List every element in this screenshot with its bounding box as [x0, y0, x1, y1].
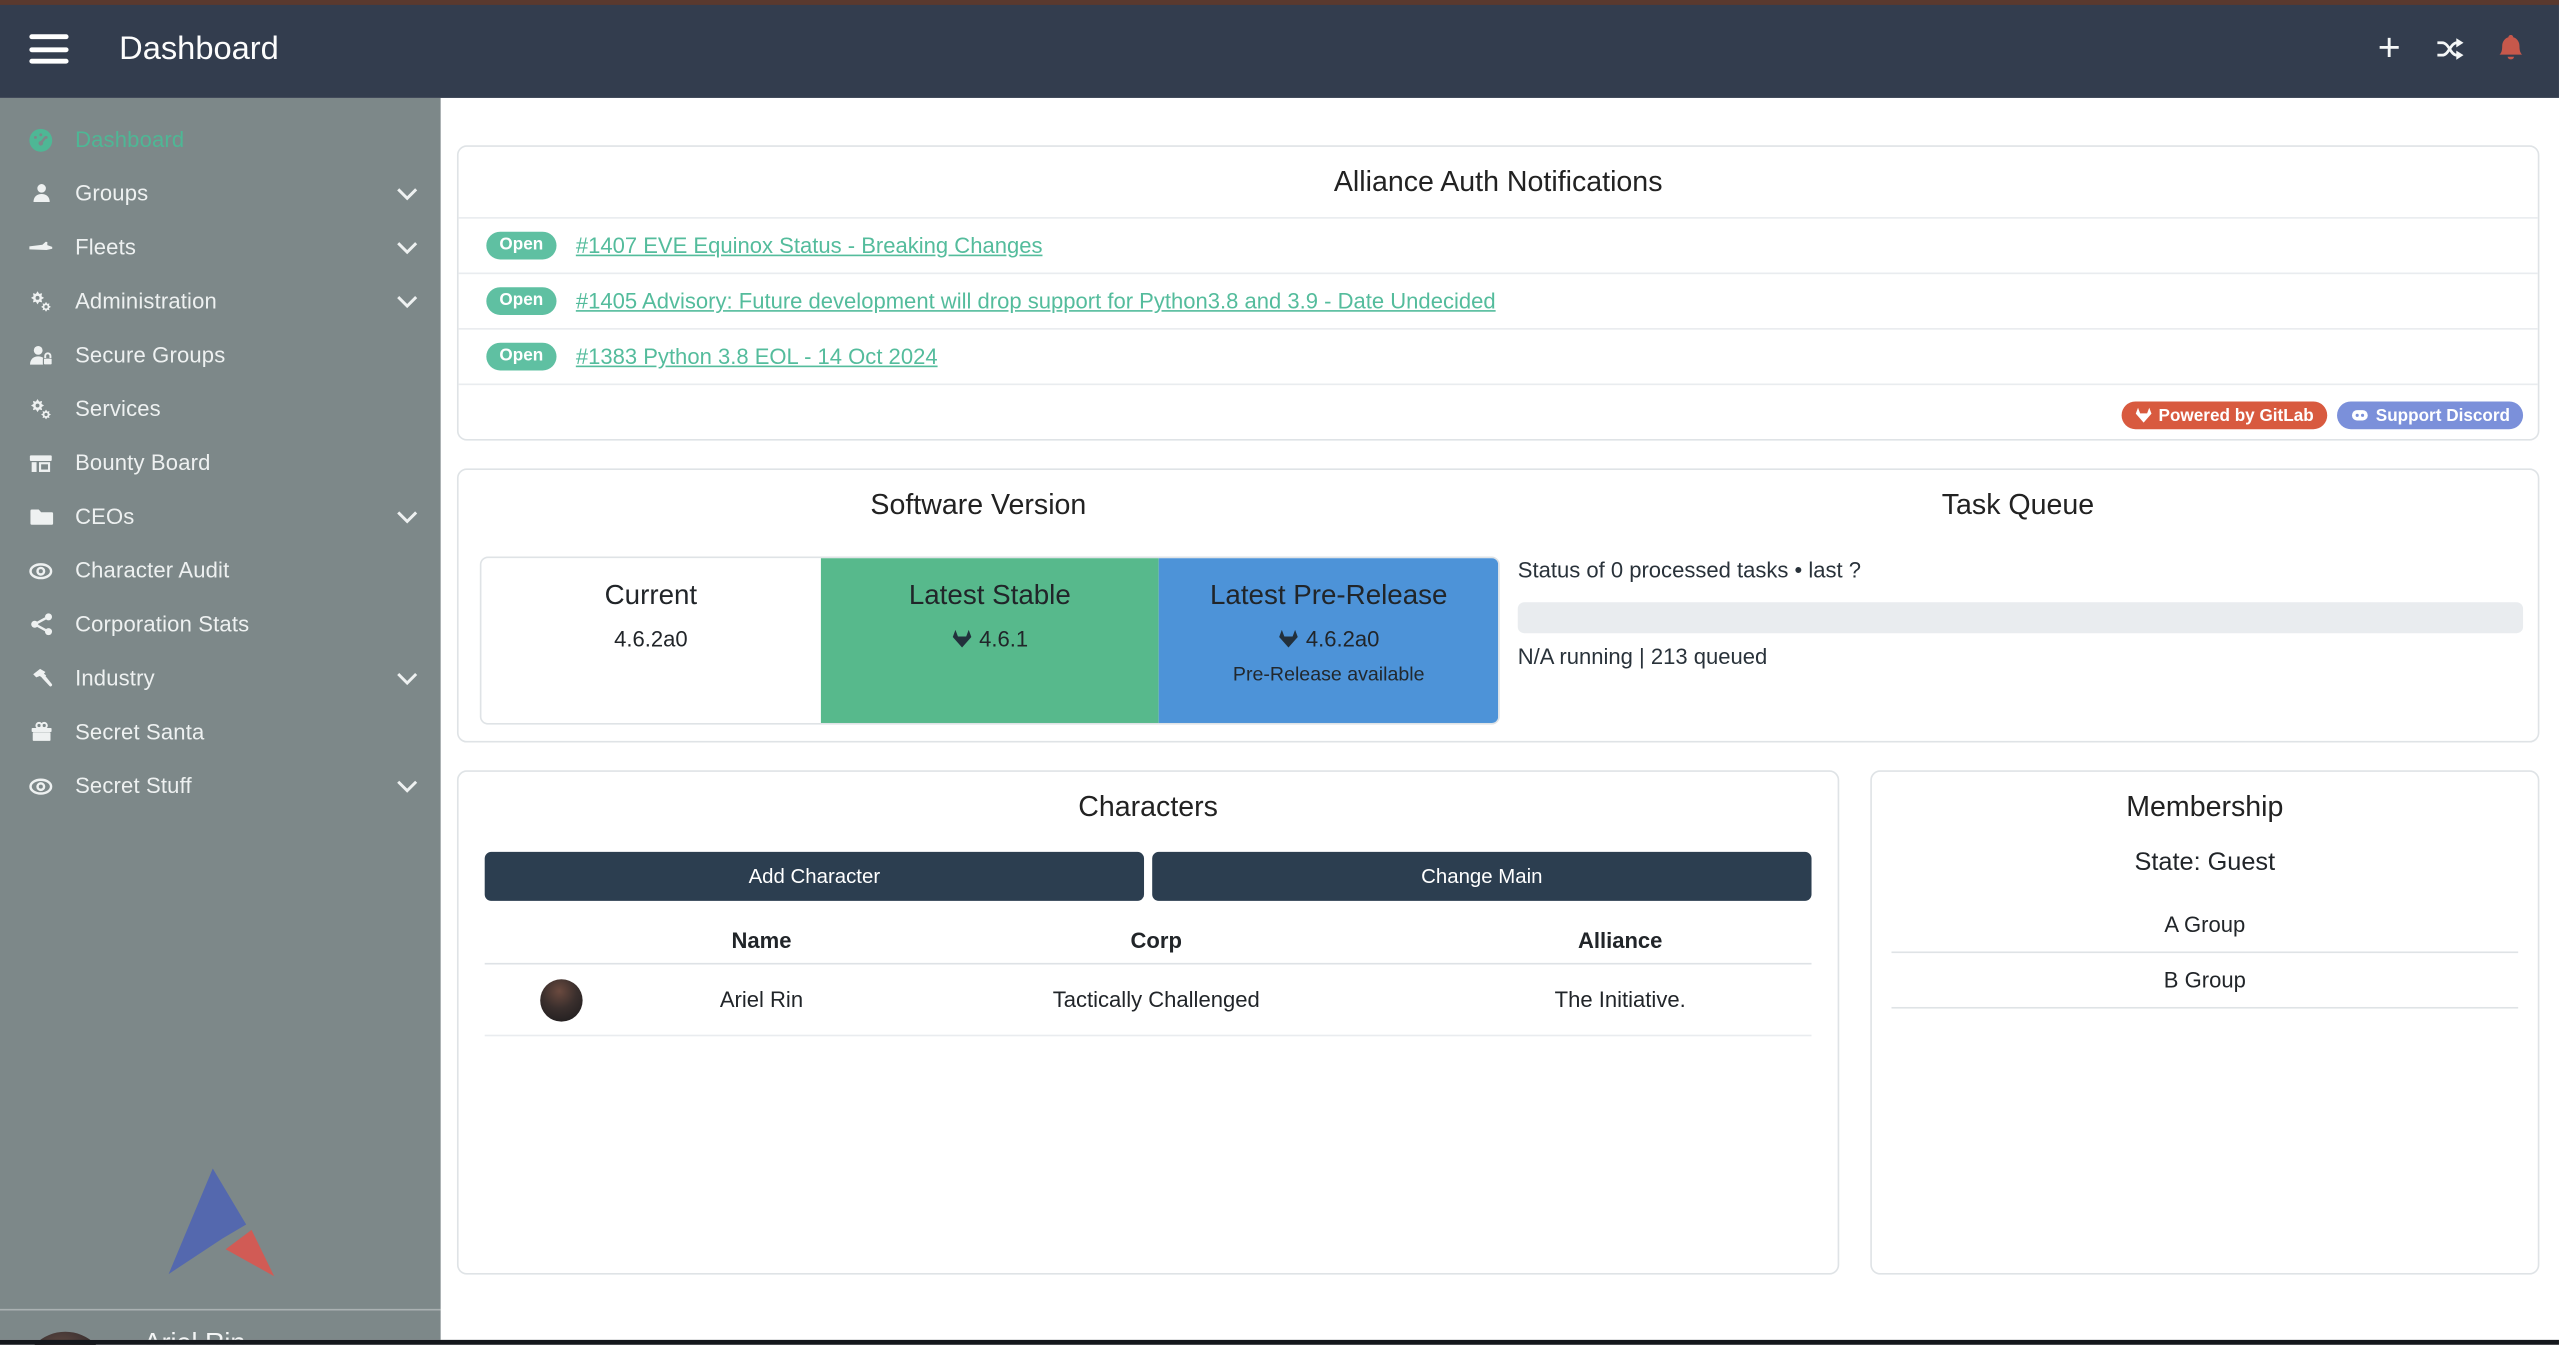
notifications-footer: Powered by GitLab Support Discord: [459, 401, 2538, 429]
add-character-icon[interactable]: +: [2373, 33, 2406, 66]
version-columns: Current 4.6.2a0 Latest Stable 4.6.1 Late…: [480, 557, 1500, 725]
column-header-alliance: Alliance: [1429, 928, 1812, 952]
window-top-strip: [0, 0, 2559, 5]
membership-state: State: Guest: [1872, 849, 2538, 878]
sidebar-item-secure-groups[interactable]: Secure Groups: [0, 328, 441, 382]
task-queue-status: Status of 0 processed tasks • last ?: [1518, 558, 2538, 582]
task-queue-section: Task Queue Status of 0 processed tasks •…: [1498, 470, 2538, 741]
chevron-down-icon: [397, 187, 418, 200]
chevron-down-icon: [397, 295, 418, 308]
sidebar: Dashboard Groups Fleets: [0, 98, 441, 1340]
notification-row: Open #1407 EVE Equinox Status - Breaking…: [459, 219, 2538, 274]
notifications-panel: Alliance Auth Notifications Open #1407 E…: [457, 145, 2539, 440]
group-row: B Group: [1891, 953, 2518, 1008]
eye-icon: [24, 773, 57, 799]
characters-buttons: Add Character Change Main: [459, 852, 1838, 901]
folder-icon: [24, 504, 57, 528]
prerelease-note: Pre-Release available: [1159, 663, 1498, 686]
gitlab-icon: [1278, 628, 1299, 649]
notifications-bell-icon[interactable]: [2494, 33, 2527, 66]
task-queue-progressbar: [1518, 602, 2523, 633]
characters-table-header: Name Corp Alliance: [485, 917, 1812, 964]
character-corp: Tactically Challenged: [884, 987, 1429, 1011]
character-name: Ariel Rin: [639, 987, 883, 1011]
notification-row: Open #1405 Advisory: Future development …: [459, 274, 2538, 329]
add-character-button[interactable]: Add Character: [485, 852, 1144, 901]
sidebar-item-groups[interactable]: Groups: [0, 166, 441, 220]
menu-toggle-icon[interactable]: [29, 34, 68, 63]
sidebar-item-services[interactable]: Services: [0, 382, 441, 436]
sidebar-item-corporation-stats[interactable]: Corporation Stats: [0, 597, 441, 651]
sidebar-item-character-audit[interactable]: Character Audit: [0, 543, 441, 597]
membership-panel: Membership State: Guest A Group B Group: [1870, 770, 2539, 1274]
gitlab-icon: [951, 628, 972, 649]
chevron-down-icon: [397, 241, 418, 254]
membership-title: Membership: [1872, 790, 2538, 824]
window-bottom-strip: [0, 1340, 2559, 1345]
characters-table: Name Corp Alliance Ariel Rin Tactically …: [485, 917, 1812, 1036]
gears-icon: [24, 396, 57, 422]
change-main-button[interactable]: Change Main: [1152, 852, 1811, 901]
powered-by-gitlab-badge[interactable]: Powered by GitLab: [2121, 401, 2327, 429]
shuffle-icon[interactable]: [2433, 33, 2466, 66]
version-taskqueue-panel: Software Version Current 4.6.2a0 Latest …: [457, 468, 2539, 742]
characters-panel: Characters Add Character Change Main Nam…: [457, 770, 1839, 1274]
version-latest-stable: Latest Stable 4.6.1: [820, 558, 1159, 723]
gears-icon: [24, 288, 57, 314]
notification-row: Open #1383 Python 3.8 EOL - 14 Oct 2024: [459, 330, 2538, 385]
eye-icon: [24, 557, 57, 583]
chevron-down-icon: [397, 672, 418, 685]
notifications-list: Open #1407 EVE Equinox Status - Breaking…: [459, 217, 2538, 385]
sidebar-item-secret-stuff[interactable]: Secret Stuff: [0, 759, 441, 813]
version-current: Current 4.6.2a0: [481, 558, 820, 723]
sidebar-item-industry[interactable]: Industry: [0, 651, 441, 705]
notification-link[interactable]: #1405 Advisory: Future development will …: [576, 289, 1496, 313]
software-version-title: Software Version: [459, 488, 1499, 522]
chevron-down-icon: [397, 779, 418, 792]
user-icon: [24, 181, 57, 205]
hammer-icon: [24, 666, 57, 690]
task-queue-title: Task Queue: [1498, 488, 2538, 522]
navbar-actions: +: [2373, 33, 2526, 66]
sidebar-divider: [0, 1309, 441, 1311]
store-icon: [24, 450, 57, 476]
character-avatar: [541, 978, 583, 1020]
chevron-down-icon: [397, 510, 418, 523]
top-navbar: Dashboard +: [0, 0, 2559, 98]
character-row: Ariel Rin Tactically Challenged The Init…: [485, 965, 1812, 1037]
group-row: A Group: [1891, 898, 2518, 953]
status-badge: Open: [486, 287, 556, 315]
sidebar-nav: Dashboard Groups Fleets: [0, 98, 441, 813]
discord-icon: [2350, 406, 2370, 424]
sidebar-item-administration[interactable]: Administration: [0, 274, 441, 328]
status-badge: Open: [486, 343, 556, 371]
character-alliance: The Initiative.: [1429, 987, 1812, 1011]
software-version-section: Software Version Current 4.6.2a0 Latest …: [459, 470, 1499, 741]
characters-title: Characters: [459, 790, 1838, 824]
column-header-name: Name: [639, 928, 883, 952]
sidebar-item-dashboard[interactable]: Dashboard: [0, 113, 441, 167]
notifications-title: Alliance Auth Notifications: [459, 165, 2538, 199]
sidebar-item-ceos[interactable]: CEOs: [0, 490, 441, 544]
support-discord-badge[interactable]: Support Discord: [2337, 401, 2523, 429]
task-queue-counts: N/A running | 213 queued: [1518, 645, 2538, 669]
column-header-corp: Corp: [884, 928, 1429, 952]
sidebar-item-fleets[interactable]: Fleets: [0, 220, 441, 274]
version-latest-prerelease: Latest Pre-Release 4.6.2a0 Pre-Release a…: [1159, 558, 1498, 723]
share-nodes-icon: [24, 612, 57, 636]
page-title: Dashboard: [119, 30, 279, 68]
fighter-jet-icon: [24, 234, 57, 260]
app-window: Dashboard +: [0, 0, 2559, 1345]
notification-link[interactable]: #1383 Python 3.8 EOL - 14 Oct 2024: [576, 344, 938, 368]
sidebar-item-secret-santa[interactable]: Secret Santa: [0, 705, 441, 759]
gauge-icon: [24, 126, 57, 152]
status-badge: Open: [486, 232, 556, 260]
gift-icon: [24, 720, 57, 744]
gitlab-icon: [2134, 406, 2152, 424]
membership-groups: A Group B Group: [1891, 898, 2518, 1009]
user-lock-icon: [24, 342, 57, 368]
notification-link[interactable]: #1407 EVE Equinox Status - Breaking Chan…: [576, 233, 1043, 257]
sidebar-item-bounty-board[interactable]: Bounty Board: [0, 436, 441, 490]
alliance-auth-logo: [162, 1169, 280, 1277]
